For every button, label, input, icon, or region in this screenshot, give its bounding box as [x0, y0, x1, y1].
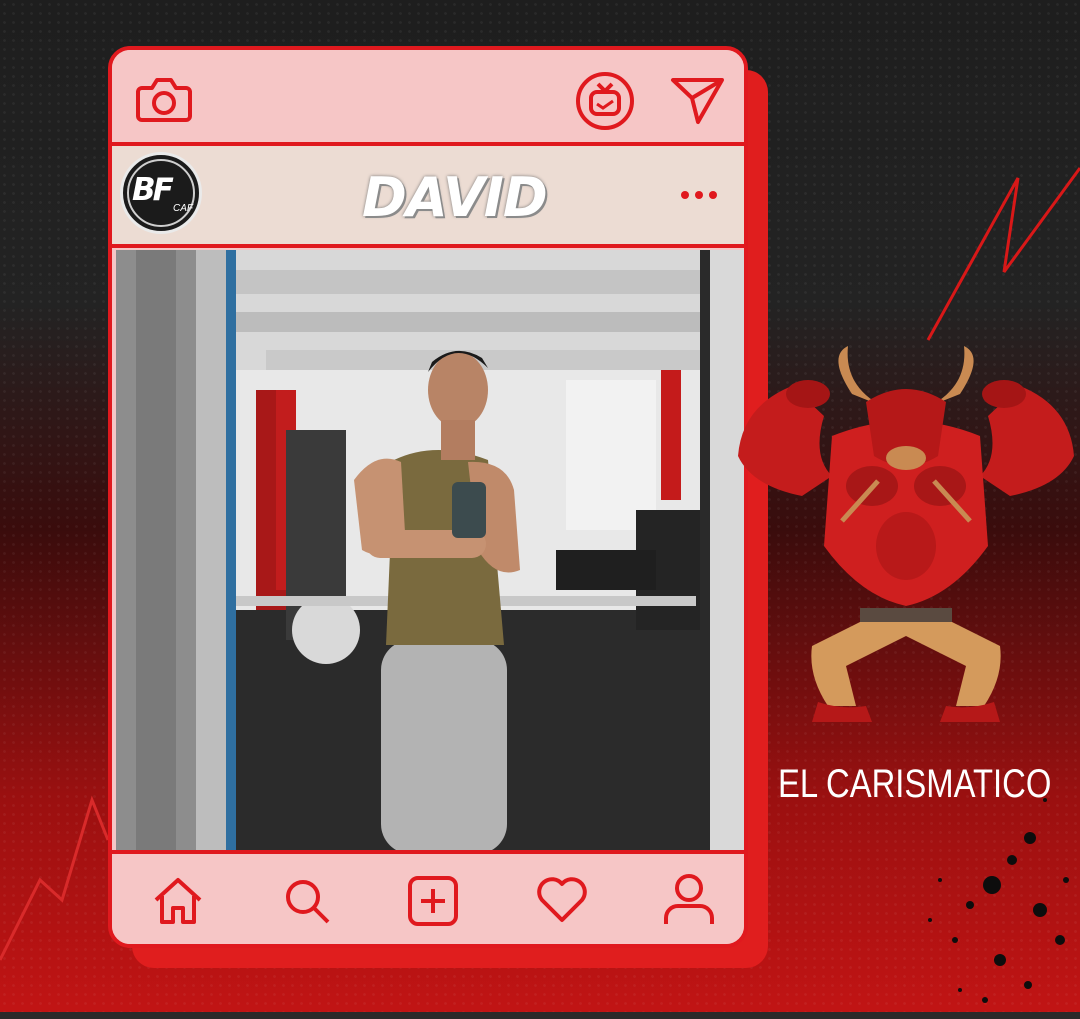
- tv-icon[interactable]: [574, 70, 636, 132]
- avatar-logo-text: BF: [132, 172, 174, 208]
- send-icon[interactable]: [670, 74, 726, 126]
- home-icon[interactable]: [152, 876, 204, 926]
- add-post-icon[interactable]: [406, 874, 460, 928]
- heart-icon[interactable]: [536, 876, 588, 924]
- gym-selfie-image: [116, 250, 744, 854]
- post-card: BF CAF DAVID: [108, 46, 748, 948]
- bull-mascot-illustration: [738, 346, 1074, 722]
- post-photo: [116, 250, 744, 854]
- post-header: BF CAF DAVID: [112, 146, 744, 248]
- bottom-strip: [0, 1012, 1080, 1019]
- search-icon[interactable]: [282, 876, 332, 926]
- more-dots-icon[interactable]: [680, 190, 718, 200]
- avatar[interactable]: BF CAF: [120, 152, 202, 234]
- post-username[interactable]: DAVID: [362, 168, 548, 228]
- mascot-caption: EL CARISMATICO: [778, 762, 1052, 806]
- profile-icon[interactable]: [662, 872, 716, 928]
- bottom-nav: [112, 850, 744, 944]
- camera-icon[interactable]: [136, 74, 192, 124]
- avatar-logo-subtext: CAF: [173, 203, 193, 214]
- top-bar: [112, 50, 744, 146]
